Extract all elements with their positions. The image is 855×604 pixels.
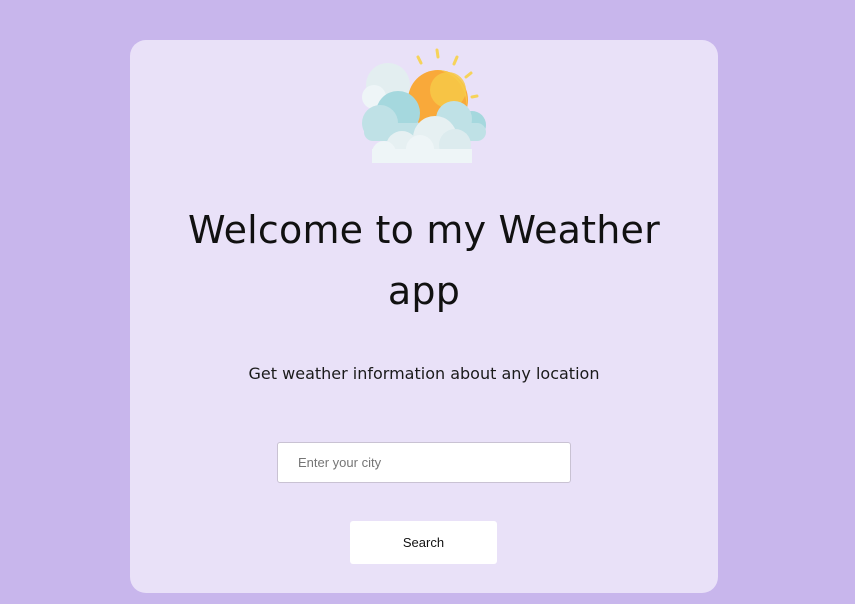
city-search-input[interactable] <box>277 442 571 483</box>
search-button[interactable]: Search <box>350 521 497 564</box>
page-subtitle: Get weather information about any locati… <box>248 364 600 383</box>
partly-cloudy-sun-icon <box>362 48 486 163</box>
welcome-card: Welcome to my Weather app Get weather in… <box>130 40 718 593</box>
page-title: Welcome to my Weather app <box>188 208 660 313</box>
